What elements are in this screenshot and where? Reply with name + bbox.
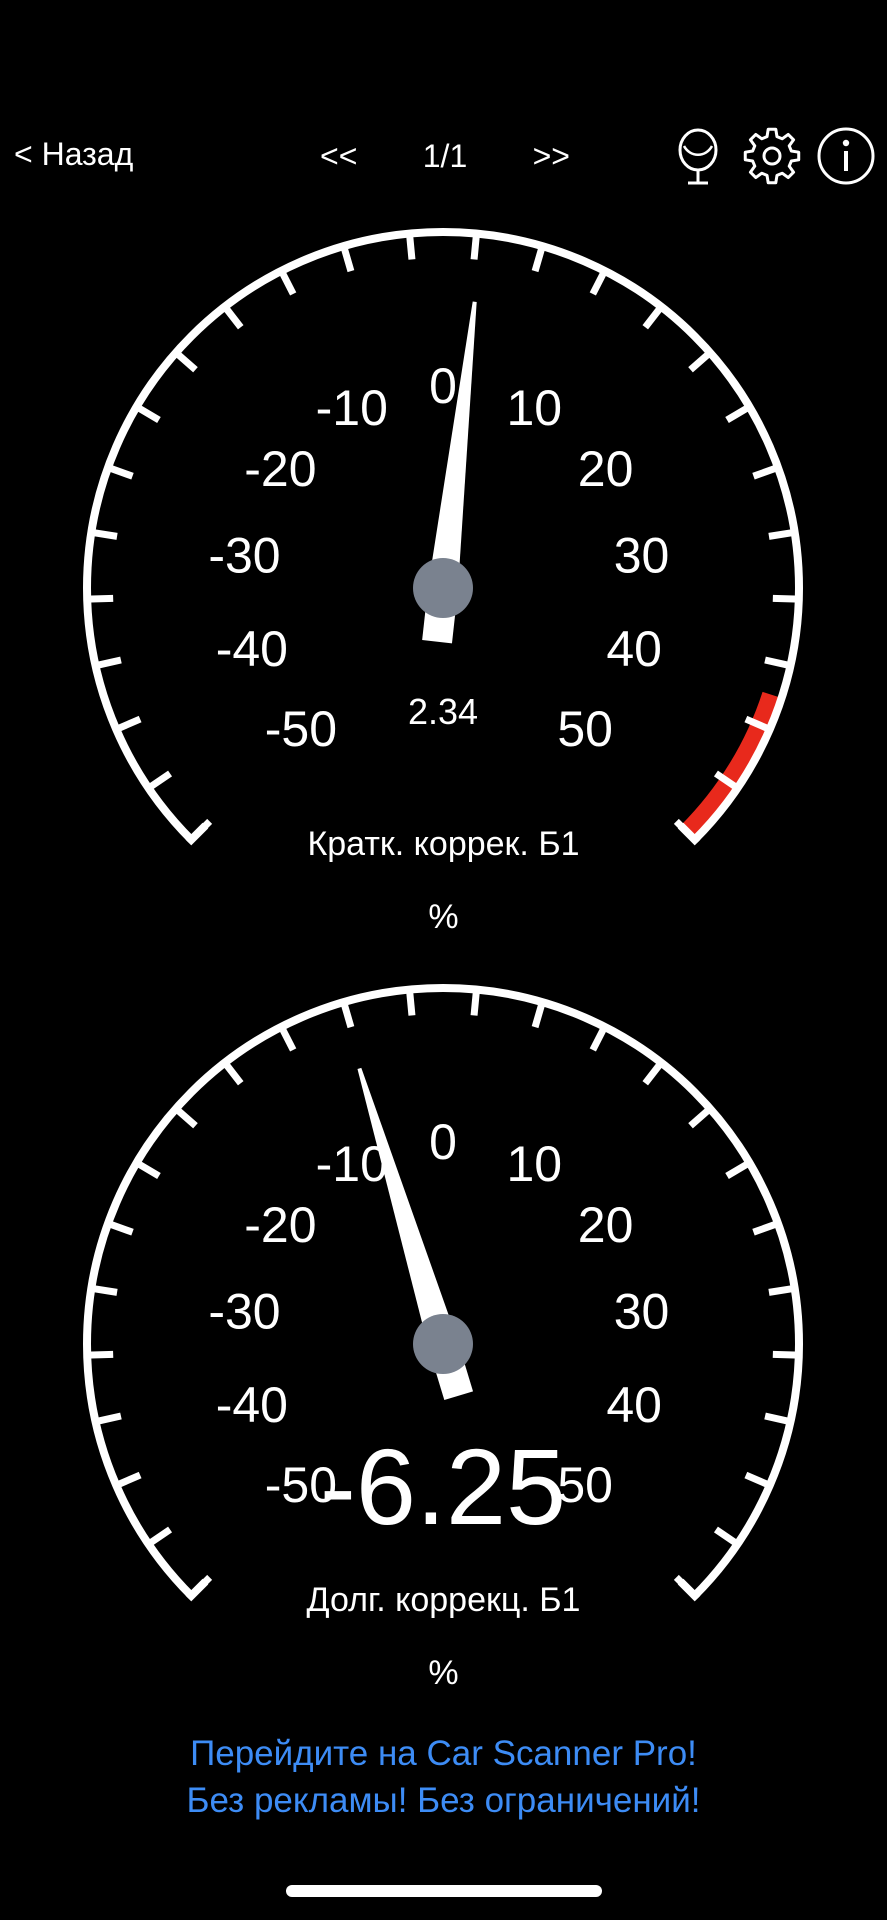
gauge-tick [688, 1105, 713, 1129]
gauge-tick [768, 1284, 796, 1296]
gauge-tick [752, 1220, 780, 1236]
gauge-unit: % [428, 1654, 459, 1692]
promo-line-2: Без рекламы! Без ограничений! [186, 1781, 701, 1820]
gauge-tick [531, 245, 546, 273]
gear-icon[interactable] [742, 126, 802, 186]
gauge-tick-label: 50 [557, 701, 613, 757]
next-page-button[interactable]: >> [533, 138, 570, 175]
gauge-tick [764, 656, 792, 670]
gauge-tick [713, 1526, 740, 1547]
promo-line-1: Перейдите на Car Scanner Pro! [190, 1734, 697, 1773]
gauge-tick-label: 0 [429, 358, 457, 414]
gauge-tick [772, 1350, 799, 1359]
gauge-tick [94, 1412, 122, 1426]
gauge-tick [222, 304, 244, 330]
mirror-icon[interactable] [668, 126, 728, 186]
gauge-tick [340, 245, 355, 273]
gauge-tick-label: -30 [208, 528, 280, 584]
gauge-hub [413, 558, 473, 618]
gauge-tick-label: 0 [429, 1114, 457, 1170]
gauge-dial: -50 -40 -30 -20-10 0 10 20 30 40 50 2.34 [83, 228, 803, 846]
short-trim-gauge: -50 -40 -30 -20 -10 0 10 20 30 40 50 2.34 Кратк. ко… [0, 220, 887, 980]
gauge-dial: -50-40-30-20-10 0 1020304050-6.25 [83, 984, 803, 1602]
page-indicator: 1/1 [422, 137, 468, 174]
gauge-tick-label: -20 [244, 441, 316, 497]
gauge-title: Кратк. коррек. Б1 [307, 825, 580, 863]
gauge-tick [642, 1060, 664, 1086]
gauge-tick [772, 594, 799, 603]
info-icon[interactable] [816, 126, 876, 186]
gauge-tick-label: 10 [506, 1136, 562, 1192]
gauge-tick [134, 1159, 161, 1180]
gauge-tick-label: 20 [578, 441, 634, 497]
long-trim-gauge: -50 -40 -30 -20 -10 0 10 20 30 40 50 -6.25 Долг. ко… [0, 976, 887, 1736]
gauge-tick-label: -10 [316, 380, 388, 436]
gauge-tick [134, 403, 161, 424]
gauge-tick [278, 1025, 297, 1052]
back-button[interactable]: < Назад [14, 136, 133, 173]
red-zone-arc [680, 691, 782, 840]
gauge-tick [90, 1284, 118, 1296]
gauge-tick-label: -20 [244, 1197, 316, 1253]
gauge-tick-label: 20 [578, 1197, 634, 1253]
top-bar: < Назад << 1/1 >> [0, 0, 887, 230]
gauge-tick [531, 1001, 546, 1029]
gauge-tick-label: 40 [606, 621, 662, 677]
gauge-tick [406, 233, 416, 260]
gauge-tick-label: -40 [216, 621, 288, 677]
gauge-tick [470, 233, 480, 260]
gauge-tick [752, 464, 780, 480]
gauge-tick [406, 989, 416, 1016]
gauge-tick-label: 10 [506, 380, 562, 436]
gauge-title: Долг. коррекц. Б1 [306, 1581, 581, 1619]
pager: << 1/1 >> [320, 136, 570, 176]
gauge-tick [90, 528, 118, 540]
gauge-tick [725, 1159, 752, 1180]
gauge-value: 2.34 [408, 691, 478, 732]
gauge-tick [87, 1350, 114, 1359]
gauge-tick [114, 715, 142, 733]
gauge-tick-label: 30 [614, 528, 670, 584]
gauge-tick [94, 656, 122, 670]
gauge-tick [642, 304, 664, 330]
gauge-hub [413, 1314, 473, 1374]
gauge-tick [470, 989, 480, 1016]
gauge-tick [106, 1220, 134, 1236]
gauge-tick [146, 1526, 173, 1547]
home-indicator [286, 1885, 602, 1897]
gauge-tick [688, 349, 713, 373]
gauge-tick-label: -40 [216, 1377, 288, 1433]
upgrade-promo-link[interactable]: Перейдите на Car Scanner Pro! Без реклам… [0, 1730, 887, 1824]
gauge-tick-label: -30 [208, 1284, 280, 1340]
gauge-tick-label: -50 [265, 701, 337, 757]
gauge-tick [173, 349, 198, 373]
toolbar-icons [668, 126, 876, 186]
gauge-tick [589, 1025, 608, 1052]
gauge-tick [222, 1060, 244, 1086]
prev-page-button[interactable]: << [320, 138, 357, 175]
gauge-tick [340, 1001, 355, 1029]
gauge-tick [744, 1471, 772, 1489]
gauge-tick [764, 1412, 792, 1426]
gauge-tick [87, 594, 114, 603]
gauge-tick-label: 40 [606, 1377, 662, 1433]
gauge-tick [768, 528, 796, 540]
gauge-tick [589, 269, 608, 296]
gauge-tick [106, 464, 134, 480]
gauge-tick [173, 1105, 198, 1129]
gauge-tick-label: 30 [614, 1284, 670, 1340]
gauge-value: -6.25 [320, 1426, 566, 1547]
gauge-tick [146, 770, 173, 791]
gauge-tick [278, 269, 297, 296]
gauge-unit: % [428, 898, 459, 936]
gauge-tick [725, 403, 752, 424]
gauge-tick [114, 1471, 142, 1489]
